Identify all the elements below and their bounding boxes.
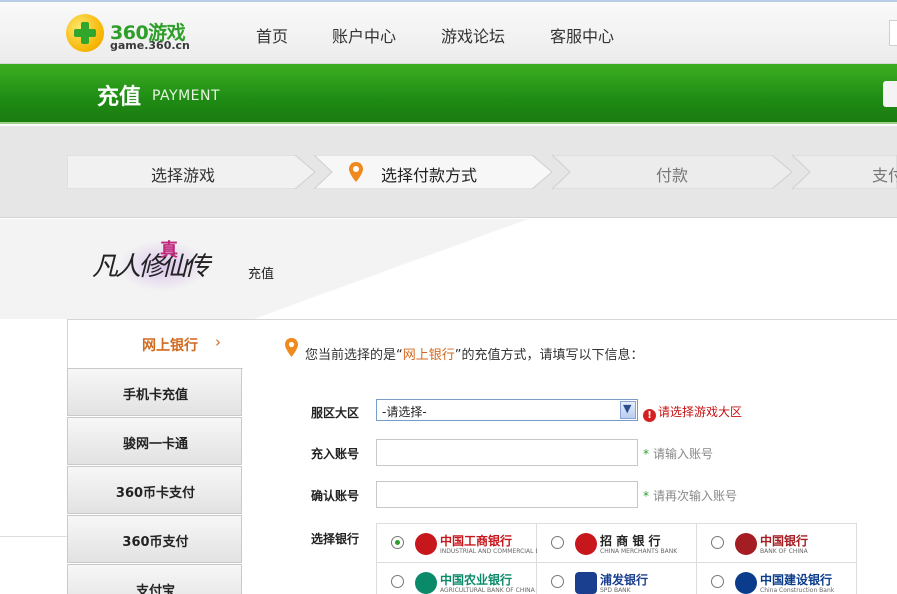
required-star-icon: *	[643, 447, 649, 461]
payment-method-sidebar: 网上银行 › 手机卡充值 骏网一卡通 360币卡支付 360币支付 支付宝	[67, 319, 243, 594]
bank-sub-name: SPD BANK	[600, 587, 631, 594]
location-pin-icon	[285, 338, 298, 357]
location-pin-icon	[349, 162, 363, 182]
game-logo-mark: 真	[160, 240, 178, 261]
ccb-logo-icon	[735, 572, 757, 594]
bank-name: 浦发银行	[600, 573, 649, 587]
bank-sub-name: BANK OF CHINA	[760, 548, 808, 555]
bank-radio[interactable]	[711, 536, 724, 549]
server-select-value: -请选择-	[382, 405, 427, 419]
icbc-logo-icon	[415, 533, 437, 555]
content-top-border	[243, 319, 897, 320]
bank-name: 招 商 银 行	[600, 534, 661, 548]
sidebar-item-label: 360币卡支付	[115, 486, 196, 501]
bank-name: 中国工商银行	[440, 534, 513, 548]
abc-logo-icon	[415, 572, 437, 594]
sidebar-item-label: 手机卡充值	[122, 388, 188, 403]
sidebar-item-phone-card[interactable]: 手机卡充值	[67, 368, 242, 416]
server-select[interactable]: -请选择- ▼	[376, 399, 638, 421]
server-label: 服区大区	[311, 406, 360, 420]
nav-account-center[interactable]: 账户中心	[332, 23, 396, 47]
logo-domain: game.360.cn	[110, 39, 190, 52]
bank-option-abc[interactable]: 中国农业银行 AGRICULTURAL BANK OF CHINA	[377, 563, 537, 594]
sidebar-item-alipay[interactable]: 支付宝	[67, 564, 242, 594]
dropdown-button[interactable]: ▼	[620, 401, 636, 419]
bank-grid: 中国工商银行 INDUSTRIAL AND COMMERCIAL BANK OF…	[376, 523, 857, 594]
account-label: 充入账号	[311, 447, 360, 461]
step-payment: 支付	[792, 155, 897, 189]
game-logo: 凡人修仙传 真	[88, 232, 220, 296]
payment-banner: 充值 PAYMENT	[0, 64, 897, 124]
step-label: 付款	[656, 166, 689, 185]
nav-game-forum[interactable]: 游戏论坛	[441, 23, 505, 47]
sidebar-item-junnet-card[interactable]: 骏网一卡通	[67, 417, 242, 465]
logo-badge-icon	[66, 14, 104, 52]
bank-label: 选择银行	[311, 532, 360, 546]
bank-radio[interactable]	[711, 575, 724, 588]
top-nav-bar: 360游戏 game.360.cn 首页 账户中心 游戏论坛 客服中心	[0, 0, 897, 64]
confirm-account-hint: * 请再次输入账号	[643, 489, 738, 503]
cmb-logo-icon	[575, 533, 597, 555]
step-pay: 付款	[552, 155, 794, 189]
bank-name: 中国银行	[760, 534, 809, 548]
step-choose-payment: 选择付款方式	[314, 155, 554, 189]
account-input[interactable]	[376, 439, 638, 466]
step-label: 支付	[872, 166, 897, 185]
bank-option-icbc[interactable]: 中国工商银行 INDUSTRIAL AND COMMERCIAL BANK OF…	[377, 524, 583, 563]
selected-method: 网上银行	[402, 348, 455, 363]
site-logo[interactable]: 360游戏 game.360.cn	[66, 14, 216, 58]
bank-sub-name: AGRICULTURAL BANK OF CHINA	[440, 587, 535, 594]
game-logo-text: 凡人修仙传	[92, 252, 210, 282]
sidebar-item-label: 网上银行	[142, 338, 198, 354]
recharge-label: 充值	[248, 267, 275, 282]
payment-notice: 您当前选择的是“网上银行”的充值方式，请填写以下信息：	[305, 348, 644, 363]
account-hint: * 请输入账号	[643, 447, 714, 461]
bank-radio[interactable]	[391, 536, 404, 549]
sidebar-item-label: 支付宝	[135, 584, 175, 594]
error-icon: !	[643, 409, 656, 422]
bank-option-spdb[interactable]: 浦发银行 SPD BANK	[537, 563, 697, 594]
bank-radio[interactable]	[391, 575, 404, 588]
sidebar-item-online-banking[interactable]: 网上银行 ›	[67, 319, 243, 369]
bank-option-ccb[interactable]: 中国建设银行 China Construction Bank	[697, 563, 857, 594]
banner-subtitle: PAYMENT	[152, 88, 221, 104]
left-divider	[0, 536, 67, 537]
step-label: 选择游戏	[151, 166, 216, 185]
bank-option-boc[interactable]: 中国银行 BANK OF CHINA	[697, 524, 857, 563]
chevron-down-icon: ▼	[623, 402, 632, 415]
sidebar-item-360-coin-card[interactable]: 360币卡支付	[67, 466, 242, 514]
server-error: ! 请选择游戏大区	[643, 403, 742, 422]
step-choose-game: 选择游戏	[67, 155, 317, 189]
boc-logo-icon	[735, 533, 757, 555]
step-label: 选择付款方式	[381, 166, 478, 185]
bank-name: 中国农业银行	[440, 573, 513, 587]
banner-title: 充值	[97, 85, 142, 110]
bank-radio[interactable]	[551, 536, 564, 549]
nav-home[interactable]: 首页	[256, 23, 288, 47]
chevron-right-icon: ›	[215, 333, 221, 351]
nav-customer-service[interactable]: 客服中心	[550, 23, 614, 47]
bank-option-cmb[interactable]: 招 商 银 行 CHINA MERCHANTS BANK	[537, 524, 697, 563]
spdb-logo-icon	[575, 572, 597, 594]
bank-sub-name: China Construction Bank	[760, 587, 835, 594]
banner-right-button[interactable]	[883, 81, 897, 107]
bank-radio[interactable]	[551, 575, 564, 588]
confirm-account-label: 确认账号	[311, 489, 360, 503]
bank-name: 中国建设银行	[760, 573, 833, 587]
sidebar-item-label: 骏网一卡通	[122, 437, 188, 452]
bank-sub-name: CHINA MERCHANTS BANK	[600, 548, 678, 555]
header-search-box[interactable]	[889, 20, 897, 46]
top-accent-line	[0, 0, 897, 2]
sidebar-item-360-coin[interactable]: 360币支付	[67, 515, 242, 563]
sidebar-item-label: 360币支付	[122, 535, 189, 550]
required-star-icon: *	[643, 489, 649, 503]
confirm-account-input[interactable]	[376, 481, 638, 508]
